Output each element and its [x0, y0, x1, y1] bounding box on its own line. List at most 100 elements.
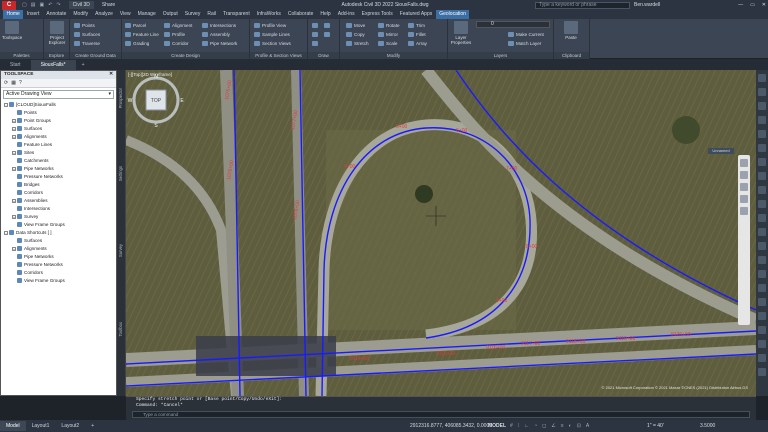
fillet-button[interactable]: Fillet — [408, 30, 426, 39]
minimize-icon[interactable]: — — [738, 2, 743, 8]
feature-line-button[interactable]: Feature Line — [125, 30, 159, 39]
tab-view[interactable]: View — [116, 10, 134, 19]
grid-icon[interactable]: # — [510, 423, 513, 429]
view-select[interactable]: Active Drawing View ▾ — [3, 90, 114, 99]
tree-item[interactable]: Points — [12, 109, 37, 117]
polar-icon[interactable]: ◔ — [534, 423, 537, 429]
tree-item[interactable]: View Frame Groups — [12, 277, 65, 285]
tab-home[interactable]: Home — [3, 10, 24, 19]
tab-siouxfalls[interactable]: SiouxFalls* — [30, 60, 76, 70]
layout-tab-layout2[interactable]: Layout2 — [55, 421, 85, 431]
parcel-button[interactable]: Parcel — [125, 21, 146, 30]
polyline-tool[interactable] — [324, 21, 332, 30]
expand-toggle-icon[interactable]: + — [12, 246, 16, 251]
tab-modify[interactable]: Modify — [70, 10, 92, 19]
grading-button[interactable]: Grading — [125, 39, 149, 48]
tab-transparent[interactable]: Transparent — [219, 10, 253, 19]
tab-add-ins[interactable]: Add-ins — [334, 10, 358, 19]
tab-geolocation[interactable]: Geolocation — [435, 10, 470, 19]
viewcube[interactable]: TOP N S E W — [126, 70, 186, 130]
tree-item[interactable]: + Pipe Networks — [12, 165, 54, 173]
help-icon[interactable]: ? — [19, 80, 22, 86]
grid-icon[interactable]: ▦ — [11, 80, 16, 86]
zoom-level[interactable]: 3.5000 — [700, 423, 715, 429]
close-icon[interactable]: ✕ — [109, 71, 113, 79]
otrack-icon[interactable]: ∠ — [551, 423, 555, 429]
tool-icon[interactable] — [758, 284, 766, 292]
tree-item[interactable]: Feature Lines — [12, 141, 52, 149]
layout-tab-model[interactable]: Model — [0, 421, 26, 431]
tree-item[interactable]: + Point Groups — [12, 117, 51, 125]
tool-icon[interactable] — [758, 242, 766, 250]
scale-button[interactable]: Scale — [378, 39, 398, 48]
tool-icon[interactable] — [758, 200, 766, 208]
tree-item[interactable]: View Frame Groups — [12, 221, 65, 229]
tree-item[interactable]: Pressure Networks — [12, 173, 63, 181]
new-icon[interactable]: ▢ — [22, 2, 27, 8]
tab-annotate[interactable]: Annotate — [43, 10, 70, 19]
steering-wheel-icon[interactable] — [740, 159, 748, 167]
tab-insert[interactable]: Insert — [23, 10, 43, 19]
tree-item[interactable]: Pressure Networks — [12, 261, 63, 269]
expand-toggle-icon[interactable]: - — [4, 102, 8, 107]
redo-icon[interactable]: ↷ — [56, 2, 60, 8]
paste-button[interactable]: Paste — [560, 21, 582, 40]
tab-survey[interactable]: Survey — [181, 10, 204, 19]
layer-properties-button[interactable]: Layer Properties — [450, 21, 472, 45]
tree-item[interactable]: Surfaces — [12, 237, 42, 245]
sample-lines-button[interactable]: Sample Lines — [254, 30, 290, 39]
orbit-icon[interactable] — [740, 195, 748, 203]
tree-item[interactable]: - Data Shortcuts [ ] — [4, 229, 52, 237]
tree-item[interactable]: Bridges — [12, 181, 40, 189]
osnap-icon[interactable]: ◻ — [542, 423, 546, 429]
tree-item[interactable]: + Survey — [12, 213, 38, 221]
tab-infraworks[interactable]: InfraWorks — [253, 10, 284, 19]
tree-item[interactable]: Pipe Networks — [12, 253, 54, 261]
annotation-scale[interactable]: 1" = 40' — [647, 423, 664, 429]
tool-icon[interactable] — [758, 312, 766, 320]
tab-manage[interactable]: Manage — [134, 10, 159, 19]
showmotion-icon[interactable] — [740, 207, 748, 215]
rotate-button[interactable]: Rotate — [378, 21, 400, 30]
expand-toggle-icon[interactable]: + — [12, 166, 16, 171]
open-icon[interactable]: ▤ — [31, 2, 36, 8]
workspace-select[interactable]: Civil 3D — [68, 1, 94, 9]
save-icon[interactable]: ▣ — [39, 2, 44, 8]
tool-icon[interactable] — [758, 186, 766, 194]
tool-icon[interactable] — [758, 214, 766, 222]
tool-icon[interactable] — [758, 88, 766, 96]
rectangle-tool[interactable] — [312, 39, 320, 48]
tool-icon[interactable] — [758, 116, 766, 124]
tree-item[interactable]: + Alignments — [12, 245, 47, 253]
tab-featured-apps[interactable]: Featured Apps — [396, 10, 436, 19]
section-views-button[interactable]: Section Views — [254, 39, 291, 48]
expand-toggle-icon[interactable]: + — [12, 214, 16, 219]
close-icon[interactable]: ✕ — [762, 2, 766, 8]
selection-cycling-icon[interactable]: ⊡ — [577, 423, 581, 429]
corridor-button[interactable]: Corridor — [164, 39, 189, 48]
copy-button[interactable]: Copy — [346, 30, 365, 39]
expand-toggle-icon[interactable]: + — [12, 134, 16, 139]
stretch-button[interactable]: Stretch — [346, 39, 369, 48]
app-logo[interactable]: C — [2, 0, 16, 10]
drawing-canvas[interactable]: 4+00 5+00 6+00 7+00 8+00 9+00 9114+00 91… — [126, 70, 756, 396]
tree-item[interactable]: Corridors — [12, 269, 43, 277]
surfaces-button[interactable]: Surfaces — [74, 30, 100, 39]
wcs-menu[interactable]: Unnamed — [708, 148, 734, 154]
side-tab-toolbox[interactable]: Toolbox — [118, 322, 125, 336]
tree-item[interactable]: + Assemblies — [12, 197, 48, 205]
expand-toggle-icon[interactable]: + — [12, 118, 16, 123]
tool-icon[interactable] — [758, 270, 766, 278]
side-tab-prospector[interactable]: Prospector — [118, 88, 125, 108]
annotation-icon[interactable]: A — [586, 423, 589, 429]
traverse-button[interactable]: Traverse — [74, 39, 100, 48]
expand-toggle-icon[interactable]: + — [12, 150, 16, 155]
pipe-network-button[interactable]: Pipe Network — [202, 39, 237, 48]
alignment-button[interactable]: Alignment — [164, 21, 192, 30]
tool-icon[interactable] — [758, 256, 766, 264]
snap-icon[interactable]: ⁞ — [518, 423, 519, 429]
maximize-icon[interactable]: ▭ — [750, 2, 755, 8]
tab-output[interactable]: Output — [159, 10, 181, 19]
tab-analyze[interactable]: Analyze — [92, 10, 117, 19]
array-button[interactable]: Array — [408, 39, 427, 48]
